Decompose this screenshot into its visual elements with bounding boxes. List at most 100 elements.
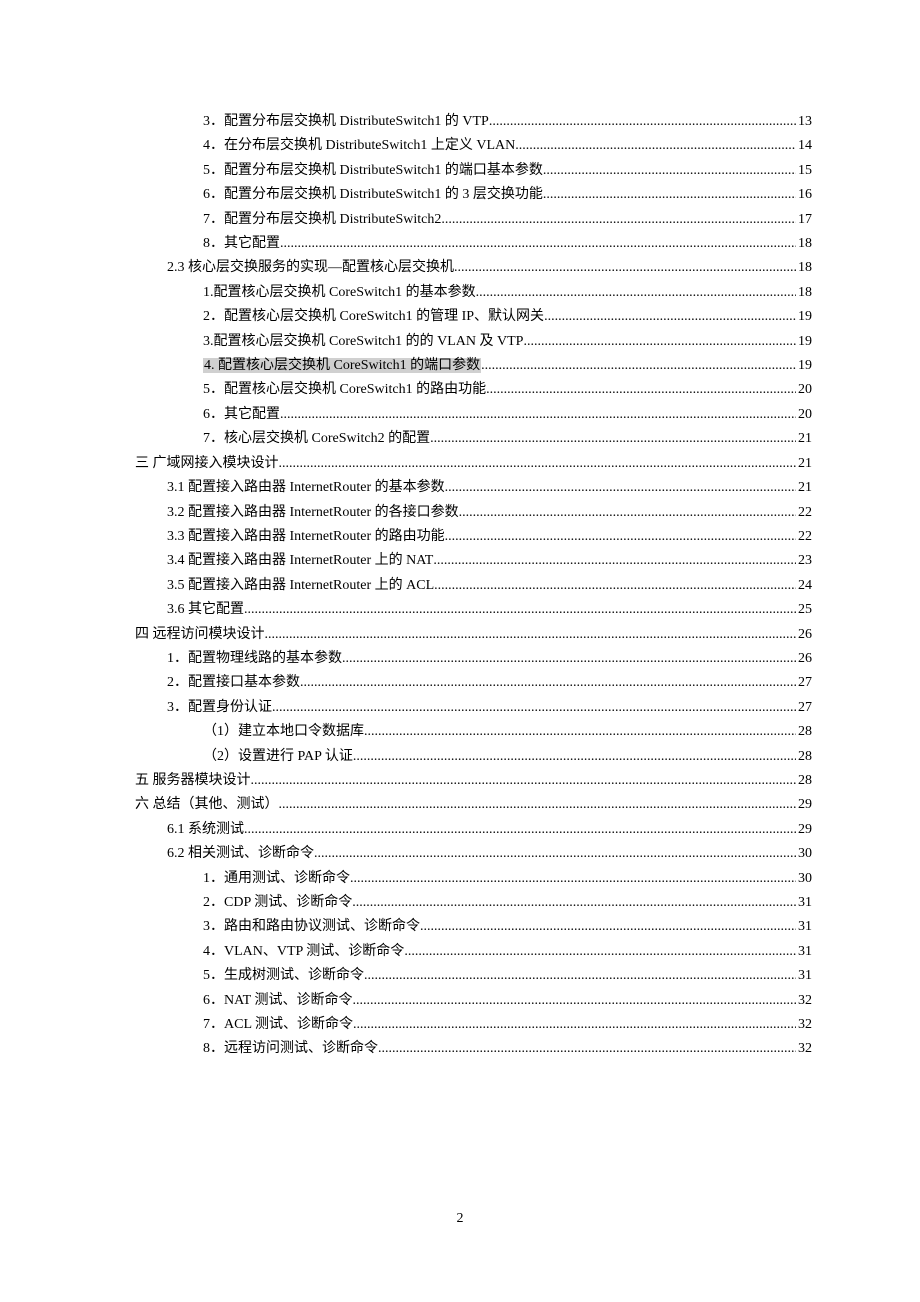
toc-leader [523, 330, 796, 354]
toc-entry-page: 26 [796, 623, 812, 647]
toc-entry-page: 28 [796, 745, 812, 769]
toc-entry[interactable]: 7．核心层交换机 CoreSwitch2 的配置21 [135, 427, 812, 451]
toc-entry-label: 3．配置分布层交换机 DistributeSwitch1 的 VTP [203, 110, 489, 134]
toc-entry[interactable]: 3.3 配置接入路由器 InternetRouter 的路由功能22 [135, 525, 812, 549]
toc-entry-page: 28 [796, 769, 812, 793]
toc-leader [352, 989, 796, 1013]
toc-entry-label: 6．配置分布层交换机 DistributeSwitch1 的 3 层交换功能 [203, 183, 543, 207]
toc-entry-label: 四 远程访问模块设计 [135, 623, 265, 647]
toc-leader [279, 452, 797, 476]
toc-entry[interactable]: 3.4 配置接入路由器 InternetRouter 上的 NAT23 [135, 549, 812, 573]
toc-entry-label: （2）设置进行 PAP 认证 [203, 745, 353, 769]
toc-entry[interactable]: 1．配置物理线路的基本参数26 [135, 647, 812, 671]
toc-entry[interactable]: 3.6 其它配置25 [135, 598, 812, 622]
toc-entry-page: 19 [796, 354, 812, 378]
toc-entry[interactable]: 4．VLAN、VTP 测试、诊断命令31 [135, 940, 812, 964]
document-page: 3．配置分布层交换机 DistributeSwitch1 的 VTP134．在分… [0, 0, 920, 1302]
toc-leader [433, 549, 796, 573]
toc-entry[interactable]: 3.5 配置接入路由器 InternetRouter 上的 ACL 24 [135, 574, 812, 598]
toc-entry[interactable]: 2．配置核心层交换机 CoreSwitch1 的管理 IP、默认网关19 [135, 305, 812, 329]
toc-entry-page: 24 [796, 574, 812, 598]
toc-entry[interactable]: 五 服务器模块设计 28 [135, 769, 812, 793]
toc-entry[interactable]: 4. 配置核心层交换机 CoreSwitch1 的端口参数19 [135, 354, 812, 378]
toc-leader [441, 208, 796, 232]
toc-entry-page: 21 [796, 427, 812, 451]
toc-entry-page: 31 [796, 940, 812, 964]
toc-leader [515, 134, 796, 158]
toc-entry[interactable]: 6．配置分布层交换机 DistributeSwitch1 的 3 层交换功能 16 [135, 183, 812, 207]
toc-entry[interactable]: 8．远程访问测试、诊断命令32 [135, 1037, 812, 1061]
toc-entry-page: 14 [796, 134, 812, 158]
toc-entry[interactable]: 5．配置核心层交换机 CoreSwitch1 的路由功能 20 [135, 378, 812, 402]
toc-entry-page: 18 [796, 256, 812, 280]
toc-entry-page: 30 [796, 867, 812, 891]
toc-entry-label: 3．配置身份认证 [167, 696, 272, 720]
toc-entry-label: 5．生成树测试、诊断命令 [203, 964, 364, 988]
toc-entry-label: 7．配置分布层交换机 DistributeSwitch2 [203, 208, 441, 232]
toc-entry-label: （1）建立本地口令数据库 [203, 720, 364, 744]
toc-entry-page: 13 [796, 110, 812, 134]
toc-leader [314, 842, 796, 866]
toc-entry[interactable]: 3.配置核心层交换机 CoreSwitch1 的的 VLAN 及 VTP19 [135, 330, 812, 354]
toc-entry-page: 16 [796, 183, 812, 207]
toc-entry-page: 31 [796, 964, 812, 988]
toc-leader [353, 745, 796, 769]
toc-entry[interactable]: 3．路由和路由协议测试、诊断命令 31 [135, 915, 812, 939]
toc-entry[interactable]: （2）设置进行 PAP 认证 28 [135, 745, 812, 769]
toc-entry[interactable]: 6.2 相关测试、诊断命令30 [135, 842, 812, 866]
toc-entry[interactable]: 2．配置接口基本参数27 [135, 671, 812, 695]
toc-entry-page: 18 [796, 232, 812, 256]
toc-entry[interactable]: 3．配置身份认证27 [135, 696, 812, 720]
toc-entry[interactable]: 6.1 系统测试 29 [135, 818, 812, 842]
toc-entry[interactable]: 6．NAT 测试、诊断命令32 [135, 989, 812, 1013]
toc-entry[interactable]: 5．配置分布层交换机 DistributeSwitch1 的端口基本参数15 [135, 159, 812, 183]
toc-entry-label: 8．远程访问测试、诊断命令 [203, 1037, 378, 1061]
toc-entry-page: 29 [796, 818, 812, 842]
toc-entry[interactable]: 1.配置核心层交换机 CoreSwitch1 的基本参数18 [135, 281, 812, 305]
toc-entry[interactable]: 四 远程访问模块设计 26 [135, 623, 812, 647]
toc-entry-page: 25 [796, 598, 812, 622]
table-of-contents: 3．配置分布层交换机 DistributeSwitch1 的 VTP134．在分… [135, 110, 812, 1062]
toc-leader [352, 891, 796, 915]
toc-entry[interactable]: 3.1 配置接入路由器 InternetRouter 的基本参数 21 [135, 476, 812, 500]
toc-entry[interactable]: 2．CDP 测试、诊断命令31 [135, 891, 812, 915]
toc-leader [543, 183, 796, 207]
toc-entry-label: 4．在分布层交换机 DistributeSwitch1 上定义 VLAN [203, 134, 515, 158]
toc-entry-label: 3.5 配置接入路由器 InternetRouter 上的 ACL [167, 574, 434, 598]
toc-entry[interactable]: 3.2 配置接入路由器 InternetRouter 的各接口参数22 [135, 501, 812, 525]
toc-entry-label: 5．配置核心层交换机 CoreSwitch1 的路由功能 [203, 378, 486, 402]
toc-entry-page: 30 [796, 842, 812, 866]
toc-entry[interactable]: 5．生成树测试、诊断命令 31 [135, 964, 812, 988]
toc-leader [265, 623, 797, 647]
toc-entry-label: 3.1 配置接入路由器 InternetRouter 的基本参数 [167, 476, 445, 500]
toc-entry[interactable]: 8．其它配置18 [135, 232, 812, 256]
toc-entry[interactable]: 4．在分布层交换机 DistributeSwitch1 上定义 VLAN 14 [135, 134, 812, 158]
toc-entry-label: 五 服务器模块设计 [135, 769, 251, 793]
toc-leader [544, 305, 796, 329]
toc-entry[interactable]: 3．配置分布层交换机 DistributeSwitch1 的 VTP 13 [135, 110, 812, 134]
toc-entry-label: 3．路由和路由协议测试、诊断命令 [203, 915, 420, 939]
toc-entry-label: 6．其它配置 [203, 403, 280, 427]
toc-leader [420, 915, 796, 939]
toc-entry-page: 27 [796, 671, 812, 695]
toc-leader [364, 720, 796, 744]
toc-entry[interactable]: 六 总结（其他、测试）29 [135, 793, 812, 817]
toc-entry-page: 31 [796, 915, 812, 939]
toc-leader [251, 769, 797, 793]
toc-leader [244, 818, 796, 842]
toc-entry[interactable]: 7．配置分布层交换机 DistributeSwitch2 17 [135, 208, 812, 232]
toc-entry[interactable]: 1．通用测试、诊断命令30 [135, 867, 812, 891]
toc-entry[interactable]: 2.3 核心层交换服务的实现—配置核心层交换机18 [135, 256, 812, 280]
toc-entry[interactable]: 三 广域网接入模块设计21 [135, 452, 812, 476]
toc-entry[interactable]: （1）建立本地口令数据库28 [135, 720, 812, 744]
toc-entry-label: 6.1 系统测试 [167, 818, 244, 842]
toc-entry[interactable]: 7．ACL 测试、诊断命令32 [135, 1013, 812, 1037]
toc-entry-page: 17 [796, 208, 812, 232]
toc-entry-page: 20 [796, 378, 812, 402]
toc-entry-page: 31 [796, 891, 812, 915]
toc-entry-page: 21 [796, 452, 812, 476]
toc-entry-page: 32 [796, 989, 812, 1013]
toc-leader [300, 671, 796, 695]
toc-entry-page: 21 [796, 476, 812, 500]
toc-entry[interactable]: 6．其它配置20 [135, 403, 812, 427]
